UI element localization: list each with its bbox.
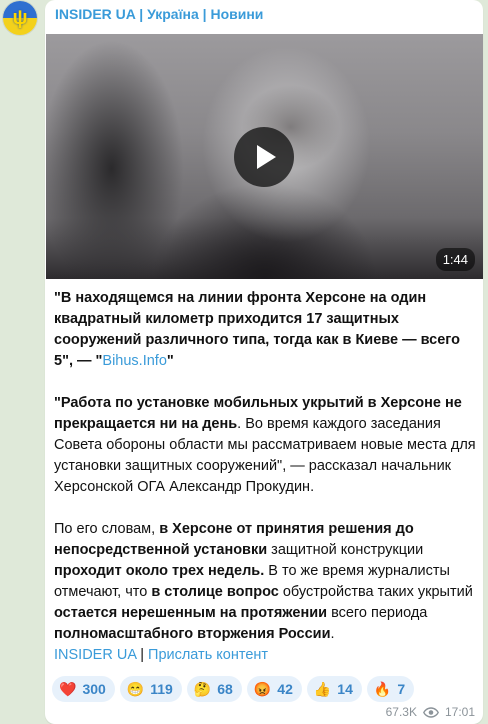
reaction-fire[interactable]: 🔥 7	[366, 676, 415, 702]
p3-bold: полномасштабного вторжения России	[54, 626, 331, 642]
message-meta: 67.3K 17:01	[386, 705, 475, 719]
reaction-thinking[interactable]: 🤔 68	[186, 676, 242, 702]
message-bubble: INSIDER UA | Україна | Новини 1:44 "В на…	[45, 0, 483, 724]
reaction-count: 119	[150, 681, 173, 697]
p3-part: По его словам,	[54, 521, 160, 537]
reactions-bar: ❤️ 300 😁 119 🤔 68 😡 42 👍 14 🔥 7	[52, 676, 415, 702]
angry-icon: 😡	[253, 681, 272, 697]
view-count: 67.3K	[385, 705, 417, 719]
p3-bold: в столице вопрос	[151, 584, 279, 600]
paragraph-3: По его словам, в Херсоне от принятия реш…	[54, 519, 476, 645]
thinking-icon: 🤔	[193, 681, 212, 697]
reaction-count: 14	[337, 681, 353, 697]
p3-bold: остается нерешенным на протяжении	[54, 605, 328, 621]
reaction-grin[interactable]: 😁 119	[119, 676, 182, 702]
trident-icon: ψ	[12, 6, 28, 29]
p3-part: защитной конструкции	[267, 542, 424, 558]
paragraph-1: "В находящемся на линии фронта Херсоне н…	[54, 288, 476, 372]
footer-links: INSIDER UA | Прислать контент	[54, 647, 268, 663]
p3-part: обустройства таких укрытий	[278, 584, 473, 600]
play-icon	[257, 145, 276, 169]
reaction-thumbs-up[interactable]: 👍 14	[306, 676, 362, 702]
video-preview[interactable]: 1:44	[46, 34, 483, 279]
channel-name[interactable]: INSIDER UA | Україна | Новини	[55, 6, 263, 22]
grin-icon: 😁	[126, 681, 145, 697]
message-text: "В находящемся на линии фронта Херсоне н…	[54, 288, 476, 666]
send-content-link[interactable]: Прислать контент	[148, 647, 268, 663]
reaction-angry[interactable]: 😡 42	[246, 676, 302, 702]
video-duration: 1:44	[435, 248, 475, 271]
reaction-count: 42	[277, 681, 293, 697]
channel-avatar[interactable]: ψ	[3, 1, 37, 35]
play-button[interactable]	[234, 127, 294, 187]
link-separator: |	[136, 647, 149, 663]
p3-part: .	[330, 626, 335, 642]
reaction-count: 300	[82, 681, 106, 697]
fire-icon: 🔥	[373, 681, 392, 697]
eye-icon	[422, 706, 439, 718]
heart-icon: ❤️	[59, 681, 77, 697]
message-time: 17:01	[444, 705, 475, 719]
bihus-link[interactable]: Bihus.Info	[102, 353, 167, 369]
reaction-heart[interactable]: ❤️ 300	[52, 676, 115, 702]
p3-part: всего периода	[327, 605, 428, 621]
reaction-count: 68	[217, 681, 233, 697]
reaction-count: 7	[397, 681, 406, 697]
thumbs-up-icon: 👍	[313, 681, 332, 697]
p3-bold: проходит около трех недель.	[54, 563, 265, 579]
p1-quote-end: "	[166, 353, 174, 369]
insider-ua-link[interactable]: INSIDER UA	[54, 647, 136, 663]
paragraph-2: "Работа по установке мобильных укрытий в…	[54, 393, 476, 498]
